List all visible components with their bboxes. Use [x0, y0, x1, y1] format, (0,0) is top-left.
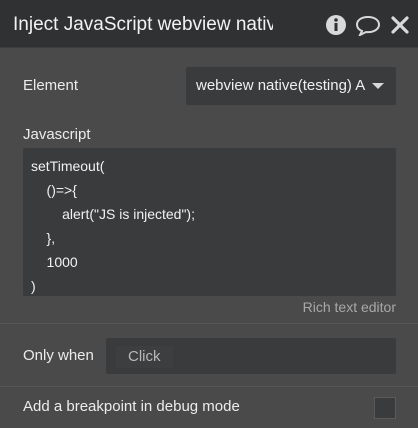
panel-title: Inject JavaScript webview native — [13, 14, 273, 35]
chevron-down-icon — [372, 83, 384, 89]
element-label: Element — [23, 77, 79, 94]
header-icons — [323, 12, 413, 38]
comment-icon[interactable] — [355, 12, 381, 38]
action-property-panel: Inject JavaScript webview native Element… — [0, 0, 418, 428]
javascript-code-editor[interactable]: setTimeout( ()=>{ alert("JS is injected"… — [23, 148, 396, 296]
only-when-condition-input[interactable]: Click — [106, 338, 396, 374]
section-divider — [0, 386, 418, 387]
breakpoint-checkbox[interactable] — [374, 397, 396, 419]
info-icon[interactable] — [323, 12, 349, 38]
breakpoint-label: Add a breakpoint in debug mode — [23, 398, 240, 415]
only-when-placeholder: Click — [116, 346, 173, 368]
close-icon[interactable] — [387, 12, 413, 38]
section-divider — [0, 323, 418, 324]
element-dropdown[interactable]: webview native(testing) A — [186, 67, 396, 105]
only-when-label: Only when — [23, 347, 94, 364]
rich-text-editor-link[interactable]: Rich text editor — [303, 298, 396, 316]
element-dropdown-value: webview native(testing) A — [196, 77, 366, 94]
javascript-label: Javascript — [23, 126, 91, 143]
panel-header: Inject JavaScript webview native — [0, 0, 418, 48]
